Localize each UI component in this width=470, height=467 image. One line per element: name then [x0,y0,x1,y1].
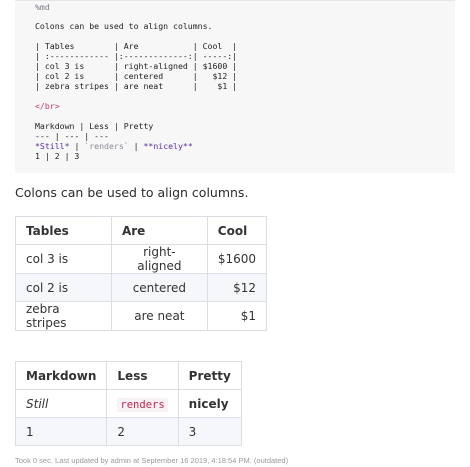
table-row: Still renders nicely [14,389,242,418]
source-table-header: | Tables | Are | Cool | [35,41,238,51]
column-header: Pretty [177,361,242,390]
table-cell: 1 [14,417,108,446]
column-header: Tables [15,216,112,245]
table-cell: col 3 is [15,244,112,274]
table-header-row: Tables Are Cool [15,216,268,245]
table-header-row: Markdown Less Pretty [14,361,242,390]
table-row: col 2 is centered $12 [15,273,268,302]
bold-text: nicely [188,396,229,411]
source-table-row: | col 3 is | right-aligned | $1600 | [35,61,238,71]
table-cell: renders [106,389,179,418]
source-table-row: | col 2 is | centered | $12 | [35,71,238,81]
column-header: Less [106,361,179,390]
inline-code: renders [117,397,168,412]
table-cell: zebra stripes [15,301,112,331]
table-cell: centered [110,273,208,302]
table-cell: 2 [106,417,179,446]
table-cell: 3 [177,417,242,446]
table-cell: Still [14,389,108,418]
md-interpreter-tag: %md [35,2,50,12]
source-table-separator: | :------------ |:-------------:| -----:… [35,51,238,61]
italic-text: Still [26,396,49,411]
source-table-row: | zebra stripes | are neat | $1 | [35,81,238,91]
table-cell: right-aligned [110,244,208,274]
markdown-table: Markdown Less Pretty Still renders nicel… [14,361,242,446]
table-row: zebra stripes are neat $1 [15,301,268,331]
alignment-table: Tables Are Cool col 3 is right-aligned $… [15,216,268,331]
column-header: Are [110,216,208,245]
paragraph-status-footer: Took 0 sec. Last updated by admin at Sep… [15,456,289,465]
source-md-header: Markdown | Less | Pretty [35,121,154,131]
table-cell: nicely [177,389,242,418]
source-line-intro: Colons can be used to align columns. [35,21,213,31]
table-row: col 3 is right-aligned $1600 [15,244,268,274]
source-md-separator: --- | --- | --- [35,131,109,141]
table-cell: $1 [206,301,268,331]
code-editor[interactable]: %md Colons can be used to align columns.… [15,0,455,173]
table-cell: are neat [110,301,208,331]
column-header: Cool [206,216,268,245]
source-md-row: 1 | 2 | 3 [35,151,80,161]
table-cell: $1600 [206,244,268,274]
source-md-row: *Still* | `renders` | **nicely** [35,141,193,151]
source-br-tag: </br> [35,101,60,111]
column-header: Markdown [14,361,108,390]
output-paragraph: Colons can be used to align columns. [15,185,249,200]
table-row: 1 2 3 [14,417,242,446]
table-cell: $12 [206,273,268,302]
table-cell: col 2 is [15,273,112,302]
